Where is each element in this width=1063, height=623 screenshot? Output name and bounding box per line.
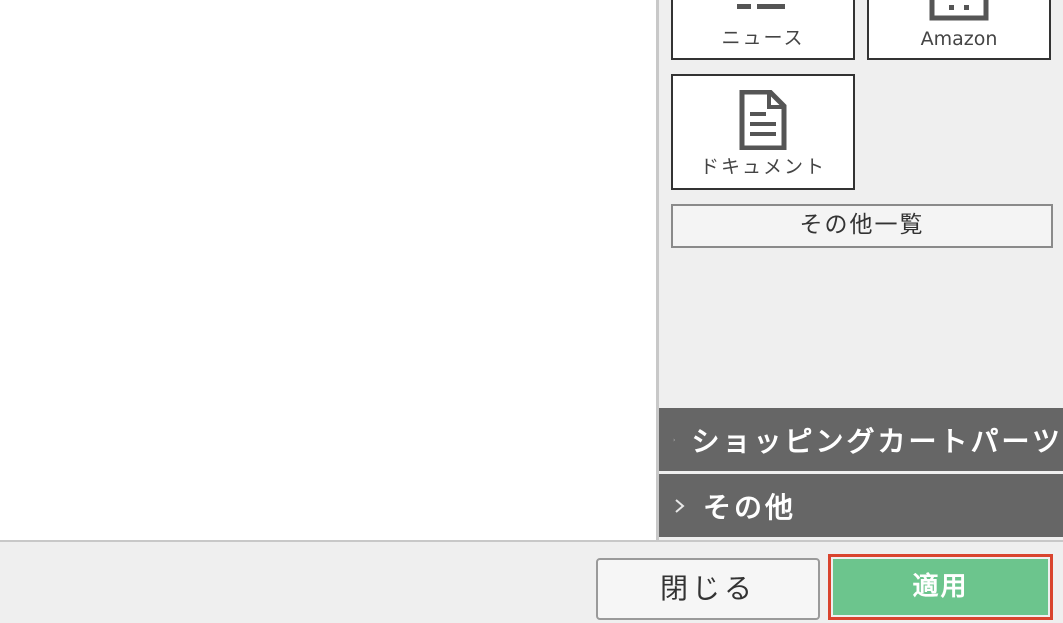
app-window: ニュース Amazon ドキュメント その他一覧 ショッピングカートパーツ その… xyxy=(0,0,1063,623)
news-icon xyxy=(737,4,785,9)
more-list-button[interactable]: その他一覧 xyxy=(671,204,1053,248)
amazon-icon xyxy=(929,0,989,21)
tile-label: ニュース xyxy=(721,27,805,49)
apply-button-highlight: 適用 xyxy=(828,554,1053,620)
document-icon xyxy=(739,90,787,150)
accordion-label: ショッピングカートパーツ xyxy=(691,424,1063,458)
preview-canvas[interactable] xyxy=(0,0,656,540)
close-button[interactable]: 閉じる xyxy=(596,558,820,620)
accordion-other[interactable]: その他 xyxy=(659,474,1063,537)
tile-label: ドキュメント xyxy=(699,156,826,178)
tile-amazon[interactable]: Amazon xyxy=(867,0,1051,60)
accordion-label: その他 xyxy=(703,490,797,524)
chevron-right-icon xyxy=(673,438,676,441)
tile-document[interactable]: ドキュメント xyxy=(671,74,855,190)
apply-button[interactable]: 適用 xyxy=(833,559,1048,615)
parts-sidebar: ニュース Amazon ドキュメント その他一覧 ショッピングカートパーツ その… xyxy=(656,0,1063,540)
accordion-shopping-cart-parts[interactable]: ショッピングカートパーツ xyxy=(659,408,1063,471)
tile-label: Amazon xyxy=(920,28,998,50)
chevron-right-icon xyxy=(675,498,685,513)
tile-news[interactable]: ニュース xyxy=(671,0,855,60)
dialog-footer: 閉じる 適用 xyxy=(0,540,1063,623)
